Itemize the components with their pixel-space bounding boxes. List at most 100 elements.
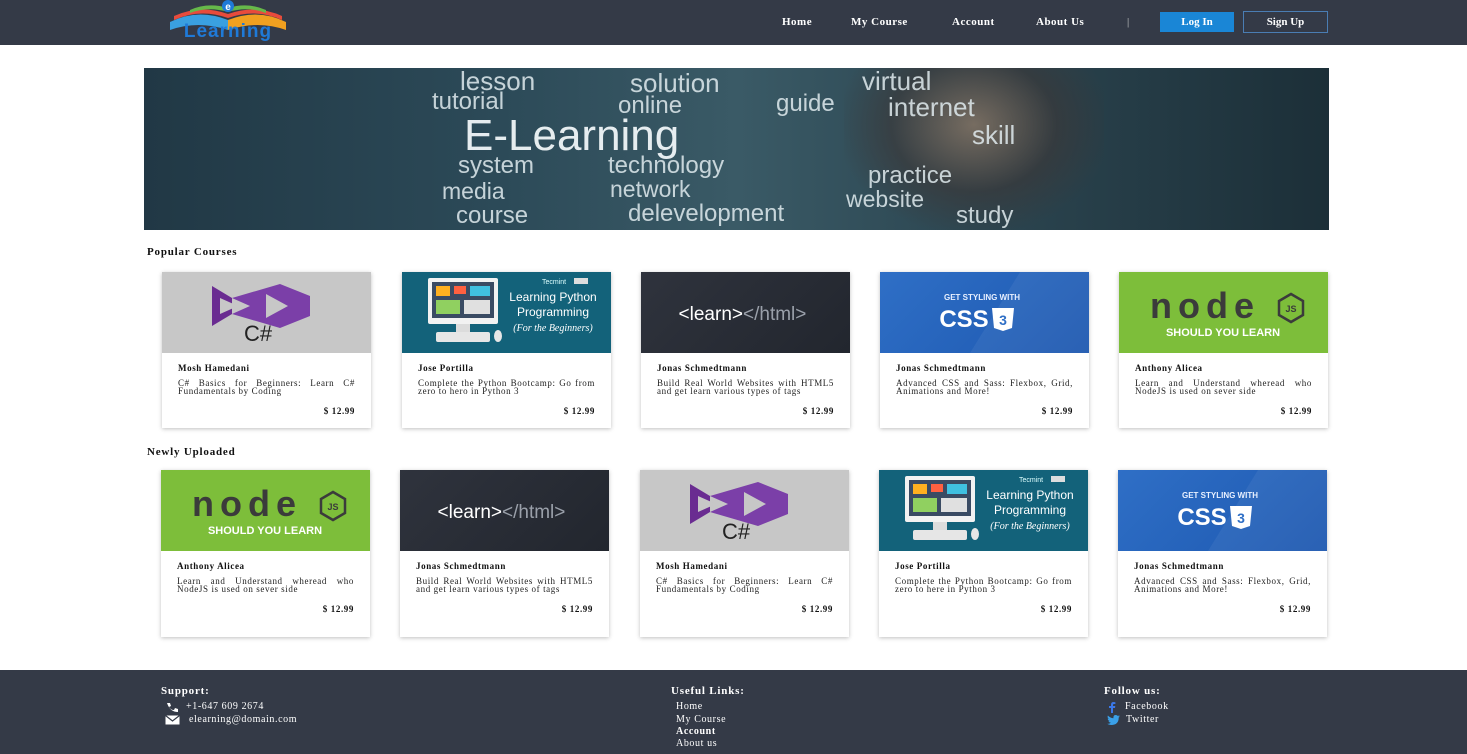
course-author: Jose Portilla xyxy=(895,561,951,571)
support-phone[interactable]: +1-647 609 2674 xyxy=(186,701,264,713)
course-card[interactable]: node JS SHOULD YOU LEARN Anthony Alicea … xyxy=(1119,272,1328,428)
node-sub-text: SHOULD YOU LEARN xyxy=(1166,327,1280,339)
python-subtitle: (For the Beginners) xyxy=(990,521,1070,532)
course-card[interactable]: Tecmint Learning Python Programming (For… xyxy=(879,470,1088,637)
logo-text: Learning xyxy=(183,21,273,42)
course-thumbnail[interactable]: C# xyxy=(162,272,371,353)
course-description: Complete the Python Bootcamp: Go from ze… xyxy=(895,577,1072,594)
csharp-thumbnail: C# xyxy=(212,284,310,346)
course-card[interactable]: C# Mosh Hamedani C# Basics for Beginners… xyxy=(162,272,371,428)
course-thumbnail[interactable]: node JS SHOULD YOU LEARN xyxy=(161,470,370,551)
course-card[interactable]: <learn> </html> Jonas Schmedtmann Build … xyxy=(400,470,609,637)
course-thumbnail[interactable]: C# xyxy=(640,470,849,551)
support-title: Support: xyxy=(161,685,210,697)
course-price: $ 12.99 xyxy=(561,604,593,614)
course-card[interactable]: Tecmint Learning Python Programming (For… xyxy=(402,272,611,428)
nav-my-course[interactable]: My Course xyxy=(851,15,908,29)
course-author: Anthony Alicea xyxy=(177,561,245,571)
html-label: <learn> xyxy=(438,502,502,523)
support-email[interactable]: elearning@domain.com xyxy=(189,714,297,726)
csharp-label: C# xyxy=(722,519,751,544)
course-card-body: Jose Portilla Complete the Python Bootca… xyxy=(402,362,611,417)
signup-button[interactable]: Sign Up xyxy=(1243,11,1328,33)
course-card[interactable]: C# Mosh Hamedani C# Basics for Beginners… xyxy=(640,470,849,637)
navbar: e Learning Home My Course Account About … xyxy=(0,0,1467,45)
twitter-link[interactable]: Twitter xyxy=(1126,714,1159,726)
python-brand: Tecmint xyxy=(542,279,566,286)
course-description: Build Real World Websites with HTML5 and… xyxy=(657,379,834,396)
python-thumbnail: Tecmint Learning Python Programming (For… xyxy=(428,277,597,342)
logo[interactable]: e Learning xyxy=(160,0,296,44)
html-label: </html> xyxy=(743,304,806,325)
course-description: Advanced CSS and Sass: Flexbox, Grid, An… xyxy=(896,379,1073,396)
course-description: Build Real World Websites with HTML5 and… xyxy=(416,577,593,594)
course-card-body: Anthony Alicea Learn and Understand wher… xyxy=(161,560,370,615)
footer-link-home[interactable]: Home xyxy=(676,701,703,713)
course-author: Mosh Hamedani xyxy=(178,363,250,373)
css-main-text: CSS xyxy=(1177,504,1226,531)
nav-about-us[interactable]: About Us xyxy=(1036,15,1084,29)
footer-link-about-us[interactable]: About us xyxy=(676,738,717,750)
course-card-body: Jonas Schmedtmann Build Real World Websi… xyxy=(641,362,850,417)
twitter-icon xyxy=(1107,715,1120,725)
html-label: <learn> xyxy=(679,304,743,325)
course-price: $ 12.99 xyxy=(1041,406,1073,416)
course-thumbnail[interactable]: <learn> </html> xyxy=(641,272,850,353)
course-price: $ 12.99 xyxy=(1040,604,1072,614)
course-price: $ 12.99 xyxy=(322,604,354,614)
logo-letter: e xyxy=(225,2,231,13)
node-badge: JS xyxy=(1285,304,1296,314)
csharp-thumbnail: C# xyxy=(690,482,788,544)
mail-icon xyxy=(165,715,180,725)
hero-word: virtual xyxy=(862,68,932,96)
course-author: Anthony Alicea xyxy=(1135,363,1203,373)
footer-link-my-course[interactable]: My Course xyxy=(676,714,726,726)
newly-uploaded-title: Newly Uploaded xyxy=(147,446,236,458)
course-author: Jose Portilla xyxy=(418,363,474,373)
course-description: Learn and Understand wheread who NodeJS … xyxy=(177,577,354,594)
follow-us-title: Follow us: xyxy=(1104,685,1161,697)
course-card[interactable]: node JS SHOULD YOU LEARN Anthony Alicea … xyxy=(161,470,370,637)
course-description: C# Basics for Beginners: Learn C# Fundam… xyxy=(656,577,833,594)
css-badge: 3 xyxy=(1237,510,1245,526)
course-card[interactable]: GET STYLING WITH CSS 3 Jonas Schmedtmann… xyxy=(880,272,1089,428)
course-author: Mosh Hamedani xyxy=(656,561,728,571)
course-price: $ 12.99 xyxy=(563,406,595,416)
nav-home[interactable]: Home xyxy=(782,15,812,29)
course-author: Jonas Schmedtmann xyxy=(1134,561,1224,571)
course-description: C# Basics for Beginners: Learn C# Fundam… xyxy=(178,379,355,396)
css-main-text: CSS xyxy=(939,306,988,333)
course-thumbnail[interactable]: Tecmint Learning Python Programming (For… xyxy=(402,272,611,353)
hero-word: practice xyxy=(868,162,953,189)
footer: Support: +1-647 609 2674 elearning@domai… xyxy=(0,670,1467,754)
course-price: $ 12.99 xyxy=(802,406,834,416)
course-card-body: Jonas Schmedtmann Advanced CSS and Sass:… xyxy=(880,362,1089,417)
hero-word: technology xyxy=(608,152,725,179)
hero-word: media xyxy=(442,178,505,204)
course-thumbnail[interactable]: node JS SHOULD YOU LEARN xyxy=(1119,272,1328,353)
course-card-body: Jose Portilla Complete the Python Bootca… xyxy=(879,560,1088,615)
hero-word: course xyxy=(456,202,529,229)
course-thumbnail[interactable]: <learn> </html> xyxy=(400,470,609,551)
footer-link-account[interactable]: Account xyxy=(676,726,716,738)
course-thumbnail[interactable]: Tecmint Learning Python Programming (For… xyxy=(879,470,1088,551)
node-main-text: node xyxy=(1150,285,1260,326)
course-thumbnail[interactable]: GET STYLING WITH CSS 3 xyxy=(1118,470,1327,551)
hero-word: website xyxy=(846,186,924,212)
course-card[interactable]: <learn> </html> Jonas Schmedtmann Build … xyxy=(641,272,850,428)
login-button[interactable]: Log In xyxy=(1160,12,1234,32)
hero-word: network xyxy=(610,176,691,202)
facebook-icon xyxy=(1109,702,1116,713)
course-description: Complete the Python Bootcamp: Go from ze… xyxy=(418,379,595,396)
python-title: Learning Python xyxy=(509,290,596,304)
csharp-label: C# xyxy=(244,321,273,346)
nav-account[interactable]: Account xyxy=(952,15,995,29)
course-card[interactable]: GET STYLING WITH CSS 3 Jonas Schmedtmann… xyxy=(1118,470,1327,637)
nav-separator: | xyxy=(1127,16,1130,28)
facebook-link[interactable]: Facebook xyxy=(1125,701,1169,713)
python-subtitle: (For the Beginners) xyxy=(513,323,593,334)
course-thumbnail[interactable]: GET STYLING WITH CSS 3 xyxy=(880,272,1089,353)
css-badge: 3 xyxy=(999,312,1007,328)
html-thumbnail: <learn> </html> xyxy=(438,502,566,523)
hero-word: delevelopment xyxy=(628,200,785,227)
